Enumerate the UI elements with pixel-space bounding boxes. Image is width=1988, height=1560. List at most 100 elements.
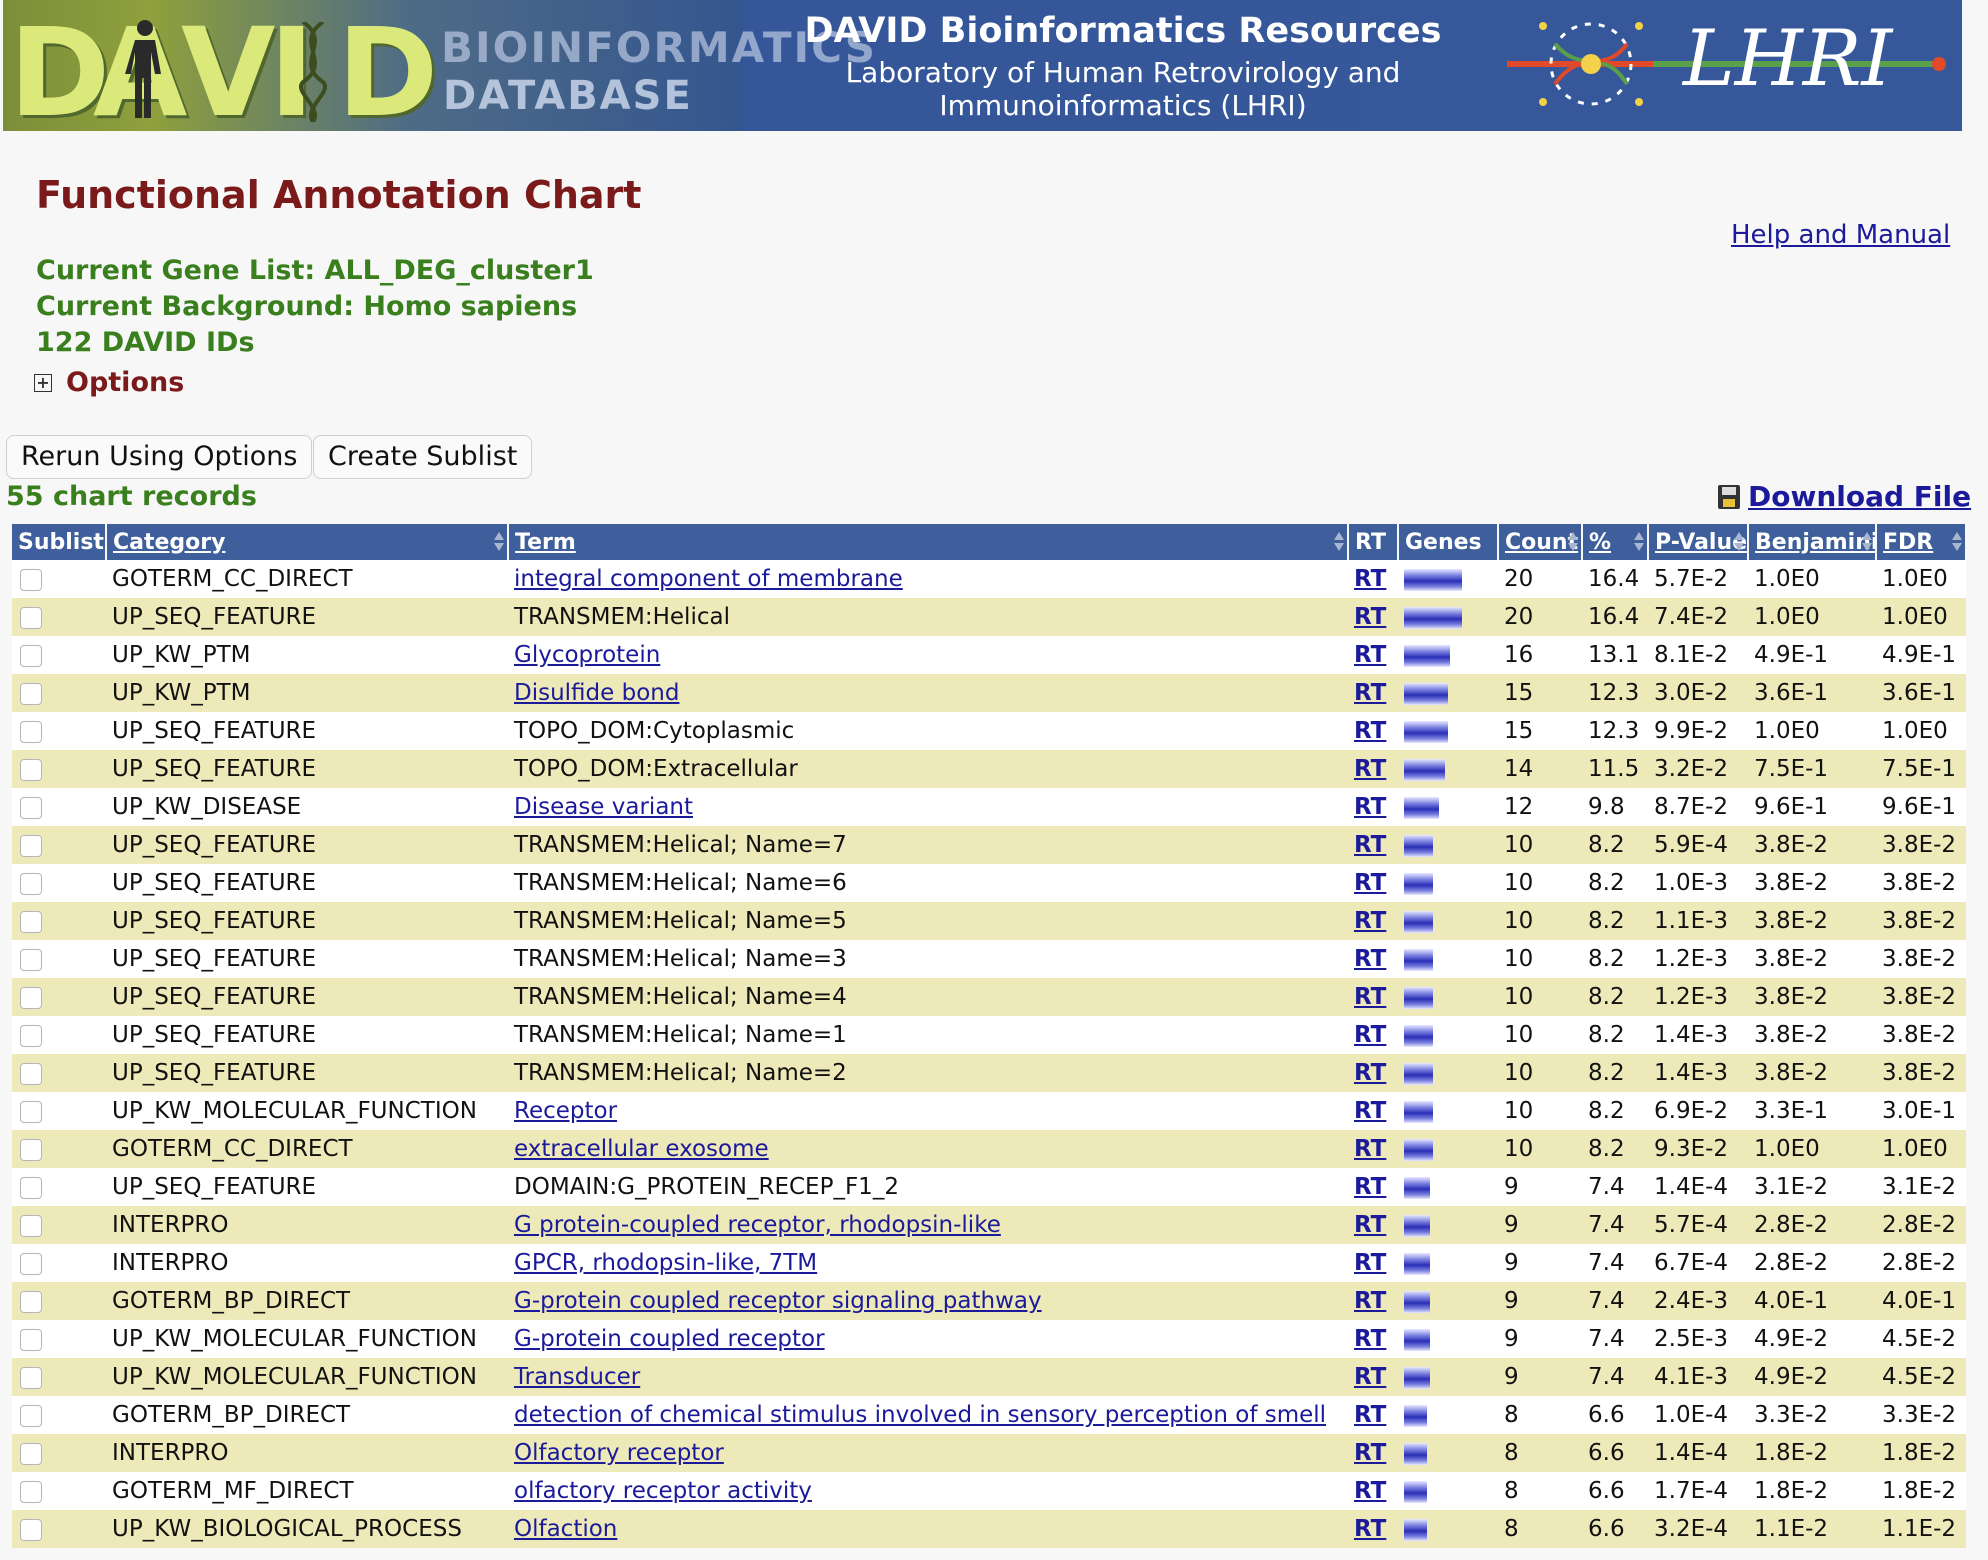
sublist-checkbox[interactable]: [20, 1138, 42, 1161]
sublist-checkbox[interactable]: [20, 1442, 42, 1465]
genes-bar[interactable]: [1404, 606, 1462, 629]
rt-link[interactable]: RT: [1354, 718, 1386, 744]
rt-link[interactable]: RT: [1354, 1402, 1386, 1428]
rt-link[interactable]: RT: [1354, 1022, 1386, 1048]
rt-link[interactable]: RT: [1354, 908, 1386, 934]
col-header-term[interactable]: Term: [508, 524, 1349, 560]
genes-bar[interactable]: [1404, 1442, 1427, 1465]
rt-link[interactable]: RT: [1354, 1136, 1386, 1162]
term-link[interactable]: Olfaction: [514, 1516, 617, 1542]
genes-bar[interactable]: [1404, 872, 1433, 895]
create-sublist-button[interactable]: Create Sublist: [313, 435, 533, 479]
rt-link[interactable]: RT: [1354, 756, 1386, 782]
genes-bar[interactable]: [1404, 682, 1448, 705]
rt-link[interactable]: RT: [1354, 946, 1386, 972]
rerun-using-options-button[interactable]: Rerun Using Options: [6, 435, 313, 479]
term-link[interactable]: extracellular exosome: [514, 1136, 769, 1162]
sort-arrows-icon[interactable]: [1952, 532, 1962, 552]
genes-bar[interactable]: [1404, 1138, 1433, 1161]
sublist-checkbox[interactable]: [20, 1366, 42, 1389]
sublist-checkbox[interactable]: [20, 682, 42, 705]
sublist-checkbox[interactable]: [20, 1062, 42, 1085]
sublist-checkbox[interactable]: [20, 1290, 42, 1313]
col-header-category-label[interactable]: Category: [113, 530, 225, 555]
sublist-checkbox[interactable]: [20, 796, 42, 819]
genes-bar[interactable]: [1404, 1290, 1430, 1313]
genes-bar[interactable]: [1404, 910, 1433, 933]
rt-link[interactable]: RT: [1354, 832, 1386, 858]
sublist-checkbox[interactable]: [20, 986, 42, 1009]
term-link[interactable]: GPCR, rhodopsin-like, 7TM: [514, 1250, 817, 1276]
sublist-checkbox[interactable]: [20, 1404, 42, 1427]
sublist-checkbox[interactable]: [20, 1518, 42, 1541]
rt-link[interactable]: RT: [1354, 1060, 1386, 1086]
rt-link[interactable]: RT: [1354, 984, 1386, 1010]
genes-bar[interactable]: [1404, 1176, 1430, 1199]
rt-link[interactable]: RT: [1354, 680, 1386, 706]
term-link[interactable]: Disulfide bond: [514, 680, 679, 706]
rt-link[interactable]: RT: [1354, 794, 1386, 820]
term-link[interactable]: detection of chemical stimulus involved …: [514, 1402, 1326, 1428]
sublist-checkbox[interactable]: [20, 1024, 42, 1047]
rt-link[interactable]: RT: [1354, 1440, 1386, 1466]
sublist-checkbox[interactable]: [20, 606, 42, 629]
genes-bar[interactable]: [1404, 1328, 1430, 1351]
genes-bar[interactable]: [1404, 1518, 1427, 1541]
genes-bar[interactable]: [1404, 1252, 1430, 1275]
rt-link[interactable]: RT: [1354, 1212, 1386, 1238]
genes-bar[interactable]: [1404, 986, 1433, 1009]
term-link[interactable]: G protein-coupled receptor, rhodopsin-li…: [514, 1212, 1001, 1238]
genes-bar[interactable]: [1404, 1366, 1430, 1389]
download-file-link[interactable]: Download File: [1718, 480, 1971, 514]
sublist-checkbox[interactable]: [20, 758, 42, 781]
sort-arrows-icon[interactable]: [1634, 532, 1644, 552]
term-link[interactable]: Olfactory receptor: [514, 1440, 724, 1466]
rt-link[interactable]: RT: [1354, 1288, 1386, 1314]
genes-bar[interactable]: [1404, 644, 1450, 667]
genes-bar[interactable]: [1404, 948, 1433, 971]
genes-bar[interactable]: [1404, 1024, 1433, 1047]
col-header-fdr[interactable]: FDR: [1876, 524, 1967, 560]
col-header-percent[interactable]: %: [1582, 524, 1649, 560]
genes-bar[interactable]: [1404, 758, 1445, 781]
term-link[interactable]: olfactory receptor activity: [514, 1478, 812, 1504]
sublist-checkbox[interactable]: [20, 644, 42, 667]
help-link[interactable]: Help and Manual: [1731, 220, 1950, 250]
col-header-count[interactable]: Count: [1498, 524, 1583, 560]
sublist-checkbox[interactable]: [20, 1176, 42, 1199]
sublist-checkbox[interactable]: [20, 1100, 42, 1123]
rt-link[interactable]: RT: [1354, 1326, 1386, 1352]
col-header-fdr-label[interactable]: FDR: [1883, 530, 1933, 555]
genes-bar[interactable]: [1404, 568, 1462, 591]
col-header-pvalue[interactable]: P-Value: [1648, 524, 1749, 560]
rt-link[interactable]: RT: [1354, 566, 1386, 592]
rt-link[interactable]: RT: [1354, 870, 1386, 896]
col-header-percent-label[interactable]: %: [1589, 530, 1611, 555]
rt-link[interactable]: RT: [1354, 1098, 1386, 1124]
sublist-checkbox[interactable]: [20, 910, 42, 933]
term-link[interactable]: Transducer: [514, 1364, 640, 1390]
rt-link[interactable]: RT: [1354, 1174, 1386, 1200]
sort-arrows-icon[interactable]: [1334, 532, 1344, 552]
sort-arrows-icon[interactable]: [494, 532, 504, 552]
term-link[interactable]: G-protein coupled receptor: [514, 1326, 825, 1352]
sublist-checkbox[interactable]: [20, 1252, 42, 1275]
genes-bar[interactable]: [1404, 1100, 1433, 1123]
expand-plus-icon[interactable]: +: [34, 374, 52, 392]
term-link[interactable]: G-protein coupled receptor signaling pat…: [514, 1288, 1042, 1314]
options-toggle[interactable]: + Options: [34, 366, 184, 400]
sublist-checkbox[interactable]: [20, 568, 42, 591]
col-header-term-label[interactable]: Term: [515, 530, 576, 555]
col-header-benjamini-label[interactable]: Benjamini: [1755, 530, 1874, 555]
sort-arrows-icon[interactable]: [1734, 532, 1744, 552]
genes-bar[interactable]: [1404, 720, 1448, 743]
term-link[interactable]: Disease variant: [514, 794, 693, 820]
genes-bar[interactable]: [1404, 1404, 1427, 1427]
term-link[interactable]: Receptor: [514, 1098, 617, 1124]
sublist-checkbox[interactable]: [20, 948, 42, 971]
sublist-checkbox[interactable]: [20, 872, 42, 895]
col-header-category[interactable]: Category: [106, 524, 509, 560]
term-link[interactable]: integral component of membrane: [514, 566, 903, 592]
sort-arrows-icon[interactable]: [1568, 532, 1578, 552]
sublist-checkbox[interactable]: [20, 1328, 42, 1351]
